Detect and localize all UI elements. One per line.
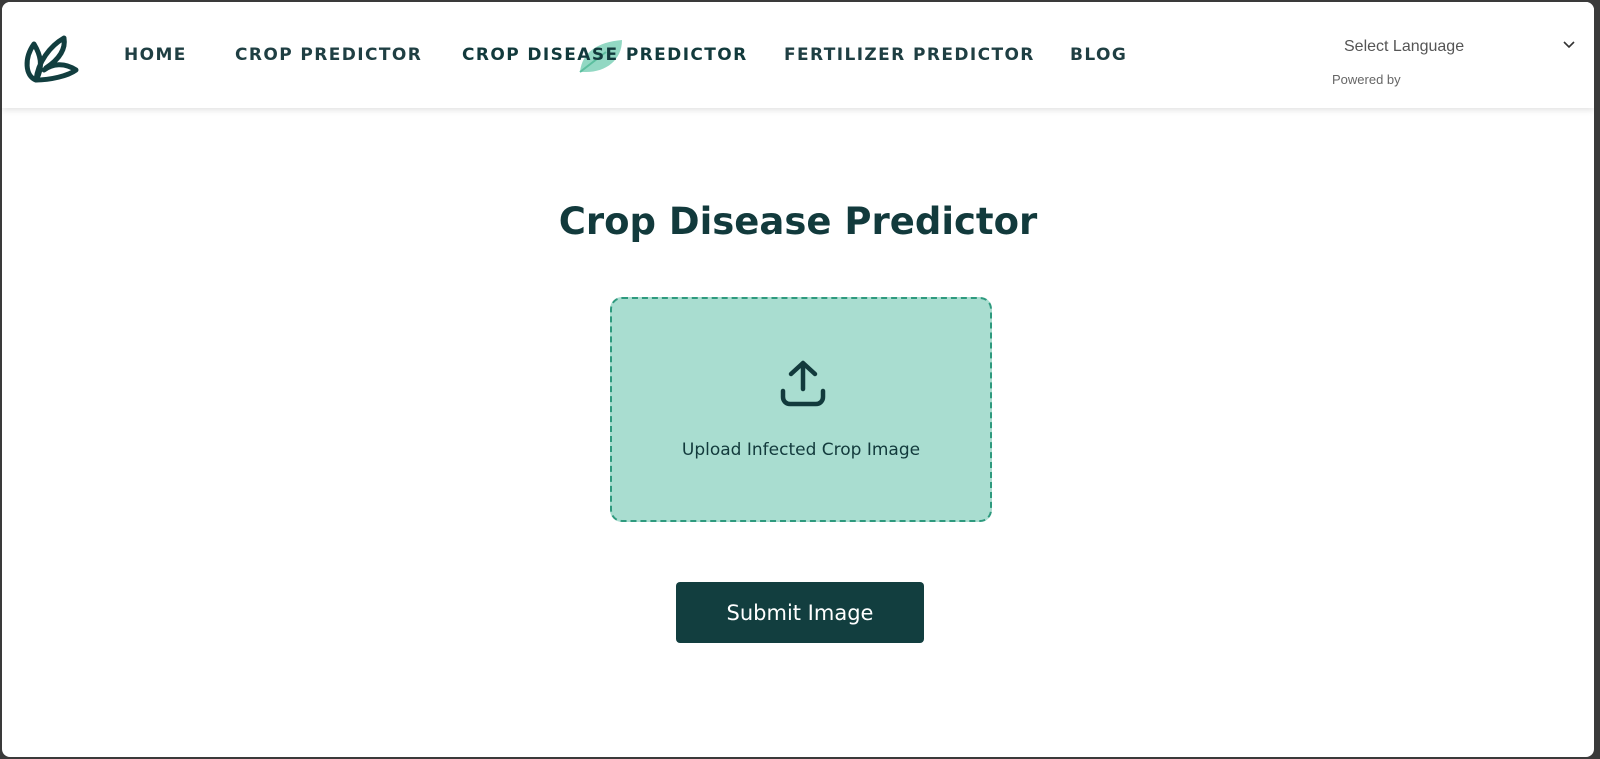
nav-fertilizer-predictor[interactable]: FERTILIZER PREDICTOR [784, 45, 1035, 65]
browser-window: HOME CROP PREDICTOR CROP DISEASE PREDICT… [2, 2, 1594, 757]
nav-crop-predictor[interactable]: CROP PREDICTOR [235, 45, 422, 65]
language-select-label: Select Language [1344, 38, 1465, 55]
powered-by-text: Powered by [1332, 72, 1401, 87]
nav-blog[interactable]: BLOG [1070, 45, 1127, 65]
leaf-logo-icon[interactable] [22, 32, 80, 84]
submit-image-button[interactable]: Submit Image [676, 582, 924, 643]
chevron-down-icon [1563, 41, 1575, 49]
upload-dropzone[interactable]: Upload Infected Crop Image [610, 297, 992, 522]
nav-crop-disease-predictor[interactable]: CROP DISEASE PREDICTOR [462, 45, 748, 65]
top-navbar: HOME CROP PREDICTOR CROP DISEASE PREDICT… [2, 2, 1594, 108]
upload-icon [780, 360, 826, 407]
upload-label: Upload Infected Crop Image [681, 440, 921, 460]
nav-home[interactable]: HOME [124, 45, 187, 65]
language-select[interactable]: Select Language [1332, 34, 1582, 62]
page-title: Crop Disease Predictor [558, 200, 1038, 243]
